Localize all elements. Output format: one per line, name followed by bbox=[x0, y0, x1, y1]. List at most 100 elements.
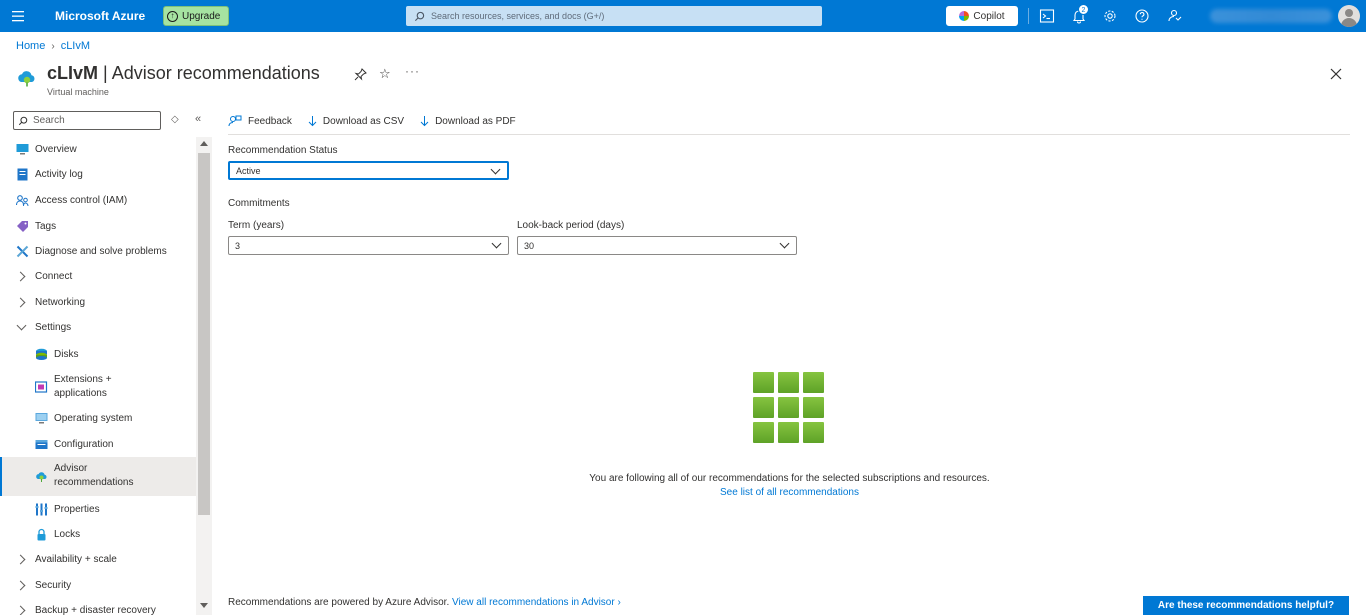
term-dropdown[interactable]: 3 bbox=[228, 236, 509, 255]
global-search-placeholder: Search resources, services, and docs (G+… bbox=[431, 11, 605, 21]
chevron-right-icon bbox=[15, 580, 26, 591]
cloud-shell-icon[interactable] bbox=[1039, 8, 1055, 24]
upgrade-button[interactable]: ↑ Upgrade bbox=[163, 6, 229, 26]
sidebar-item-label: Backup + disaster recovery bbox=[35, 605, 156, 615]
page-title: cLIvM | Advisor recommendations bbox=[47, 63, 320, 84]
sidebar-item-configuration[interactable]: Configuration bbox=[0, 436, 196, 453]
extensions-icon bbox=[35, 381, 48, 393]
helpful-feedback-button[interactable]: Are these recommendations helpful? bbox=[1143, 596, 1349, 615]
scrollbar-thumb[interactable] bbox=[198, 153, 210, 515]
sidebar-item-access-control[interactable]: Access control (IAM) bbox=[0, 192, 196, 209]
close-icon[interactable] bbox=[1330, 68, 1342, 80]
wrench-icon bbox=[16, 245, 29, 258]
sidebar-item-operating-system[interactable]: Operating system bbox=[0, 410, 196, 427]
os-icon bbox=[35, 413, 48, 424]
sidebar-item-overview[interactable]: Overview bbox=[0, 141, 196, 158]
topbar-divider bbox=[1028, 8, 1029, 24]
sidebar-item-networking[interactable]: Networking bbox=[0, 294, 196, 311]
chevron-down-icon bbox=[16, 320, 27, 331]
sidebar-item-properties[interactable]: Properties bbox=[0, 501, 196, 518]
sidebar-item-label: Properties bbox=[54, 504, 100, 515]
commitments-heading: Commitments bbox=[228, 198, 290, 209]
feedback-icon bbox=[228, 115, 242, 127]
chevron-right-icon bbox=[15, 271, 26, 282]
breadcrumb: Home › cLIvM bbox=[16, 40, 90, 52]
search-icon bbox=[414, 11, 425, 21]
lookback-label: Look-back period (days) bbox=[517, 220, 625, 231]
sidebar-item-locks[interactable]: Locks bbox=[0, 526, 196, 543]
sidebar-search-placeholder: Search bbox=[33, 115, 65, 126]
feedback-button[interactable]: Feedback bbox=[228, 115, 292, 127]
sidebar-item-advisor-recommendations[interactable]: Advisor recommendations bbox=[0, 457, 196, 496]
sidebar-item-availability-scale[interactable]: Availability + scale bbox=[0, 551, 196, 568]
download-pdf-label: Download as PDF bbox=[435, 115, 516, 127]
sidebar-item-extensions[interactable]: Extensions + applications bbox=[0, 372, 196, 402]
copilot-label: Copilot bbox=[973, 10, 1005, 22]
breadcrumb-resource-link[interactable]: cLIvM bbox=[61, 40, 90, 52]
sidebar-search-input[interactable]: Search bbox=[13, 111, 161, 130]
pin-icon[interactable] bbox=[354, 68, 367, 81]
see-all-recommendations-link[interactable]: See list of all recommendations bbox=[528, 487, 1051, 498]
sidebar-item-label: Advisor recommendations bbox=[54, 463, 134, 488]
upgrade-label: Upgrade bbox=[182, 10, 221, 22]
chevron-down-icon bbox=[491, 238, 502, 249]
sidebar-item-label: Disks bbox=[54, 349, 79, 360]
settings-gear-icon[interactable] bbox=[1102, 8, 1118, 24]
breadcrumb-home-link[interactable]: Home bbox=[16, 40, 45, 52]
more-options-button[interactable]: ··· bbox=[405, 64, 420, 78]
chevron-right-icon bbox=[15, 554, 26, 565]
sidebar-item-label: Operating system bbox=[54, 413, 133, 424]
sidebar-item-backup-disaster-recovery[interactable]: Backup + disaster recovery bbox=[0, 602, 196, 615]
upgrade-arrow-icon: ↑ bbox=[167, 10, 178, 22]
sidebar-item-security[interactable]: Security bbox=[0, 577, 196, 594]
user-avatar[interactable] bbox=[1338, 5, 1360, 27]
sidebar-item-label: Activity log bbox=[35, 169, 83, 180]
sidebar-item-diagnose[interactable]: Diagnose and solve problems bbox=[0, 243, 196, 260]
sidebar-item-label: Networking bbox=[35, 297, 86, 308]
resource-type: Virtual machine bbox=[47, 87, 109, 97]
footer-note: Recommendations are powered by Azure Adv… bbox=[228, 597, 621, 608]
sidebar-item-label: Connect bbox=[35, 271, 73, 282]
recommendation-status-value: Active bbox=[236, 165, 261, 176]
download-pdf-button[interactable]: Download as PDF bbox=[420, 115, 516, 127]
chevron-right-icon bbox=[15, 297, 26, 308]
collapse-sidebar-icon[interactable]: « bbox=[195, 113, 201, 125]
advisor-icon bbox=[36, 472, 47, 482]
global-search-input[interactable]: Search resources, services, and docs (G+… bbox=[406, 6, 822, 26]
sidebar-item-settings[interactable]: Settings bbox=[0, 319, 196, 336]
download-csv-label: Download as CSV bbox=[322, 115, 405, 127]
all-recommendations-grid-icon bbox=[753, 372, 824, 443]
copilot-button[interactable]: Copilot bbox=[946, 6, 1018, 26]
recommendation-status-dropdown[interactable]: Active bbox=[228, 161, 509, 180]
sidebar-options-icon[interactable]: ◇ bbox=[171, 114, 179, 125]
sidebar-item-disks[interactable]: Disks bbox=[0, 346, 196, 363]
download-arrow-icon bbox=[308, 116, 317, 127]
sidebar-item-activity-log[interactable]: Activity log bbox=[0, 166, 196, 183]
monitor-icon bbox=[16, 144, 29, 155]
sidebar-item-label: Availability + scale bbox=[35, 554, 117, 565]
feedback-person-icon[interactable] bbox=[1166, 8, 1182, 24]
account-info[interactable] bbox=[1210, 9, 1332, 23]
help-icon[interactable] bbox=[1134, 8, 1150, 24]
view-all-in-advisor-link[interactable]: View all recommendations in Advisor bbox=[452, 597, 615, 608]
resource-name: cLIvM bbox=[47, 63, 99, 83]
sidebar-scrollbar[interactable] bbox=[196, 137, 212, 615]
lookback-value: 30 bbox=[524, 240, 535, 251]
download-arrow-icon bbox=[420, 116, 429, 127]
download-csv-button[interactable]: Download as CSV bbox=[308, 115, 404, 127]
lookback-dropdown[interactable]: 30 bbox=[517, 236, 797, 255]
scroll-up-arrow-icon[interactable] bbox=[200, 141, 208, 146]
sidebar-item-label: Security bbox=[35, 580, 72, 591]
blade-name: Advisor recommendations bbox=[111, 63, 320, 83]
brand-title[interactable]: Microsoft Azure bbox=[55, 9, 145, 23]
sidebar-item-label: Access control (IAM) bbox=[35, 195, 128, 206]
sidebar-item-connect[interactable]: Connect bbox=[0, 268, 196, 285]
favorite-star-icon[interactable]: ☆ bbox=[379, 66, 391, 82]
hamburger-menu-icon[interactable] bbox=[10, 8, 28, 24]
sidebar-item-label: Diagnose and solve problems bbox=[35, 246, 167, 257]
footer-note-text: Recommendations are powered by Azure Adv… bbox=[228, 597, 450, 608]
tag-icon bbox=[17, 221, 28, 232]
scroll-down-arrow-icon[interactable] bbox=[200, 603, 208, 608]
lock-icon bbox=[37, 528, 46, 541]
sidebar-item-tags[interactable]: Tags bbox=[0, 218, 196, 235]
